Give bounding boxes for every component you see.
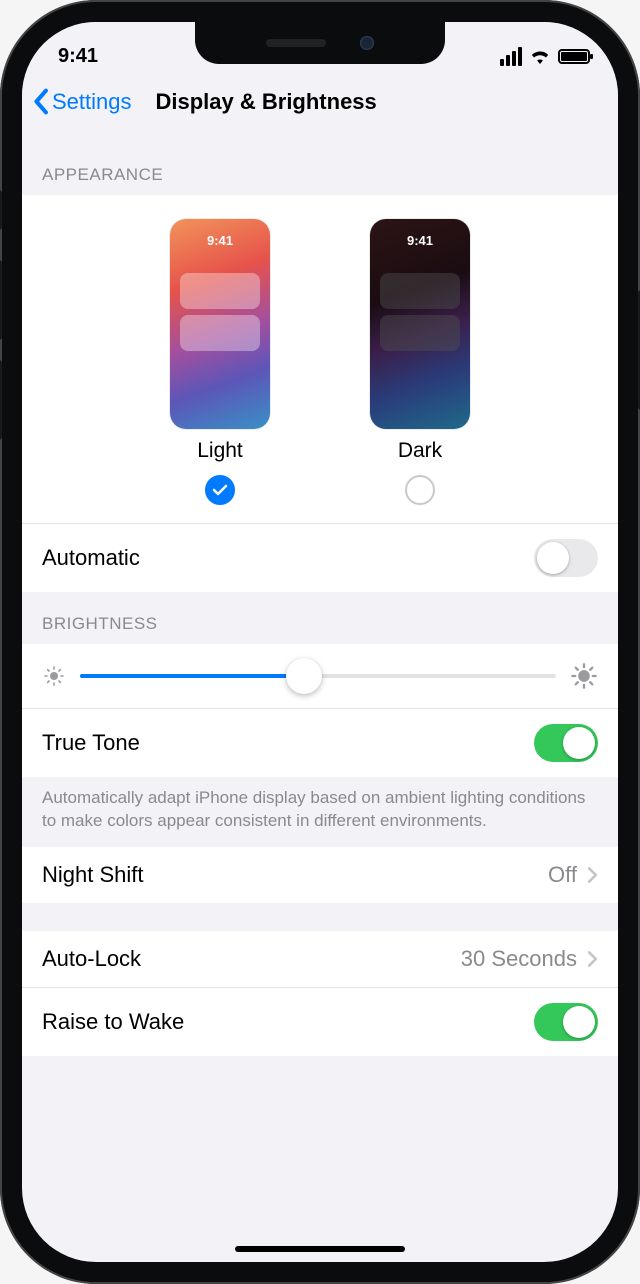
status-icons (500, 47, 590, 66)
brightness-slider[interactable] (80, 674, 556, 678)
notch (195, 22, 445, 64)
page-title: Display & Brightness (156, 89, 377, 115)
dark-preview-icon: 9:41 (370, 219, 470, 429)
raise-to-wake-switch[interactable] (534, 1003, 598, 1041)
battery-icon (558, 49, 590, 64)
device-frame: 9:41 Settings Display & Brightness APPEA… (0, 0, 640, 1284)
raise-to-wake-row: Raise to Wake (22, 987, 618, 1056)
true-tone-switch[interactable] (534, 724, 598, 762)
brightness-slider-row (22, 644, 618, 708)
appearance-group: 9:41 Light 9:41 Dark (22, 195, 618, 592)
wifi-icon (529, 48, 551, 64)
appearance-options: 9:41 Light 9:41 Dark (22, 195, 618, 523)
automatic-row: Automatic (22, 523, 618, 592)
night-shift-value: Off (548, 862, 577, 888)
sun-small-icon (42, 664, 66, 688)
brightness-group: True Tone (22, 644, 618, 777)
night-shift-row[interactable]: Night Shift Off (22, 847, 618, 903)
auto-lock-value: 30 Seconds (461, 946, 577, 972)
automatic-label: Automatic (42, 545, 140, 571)
auto-lock-group: Auto-Lock 30 Seconds Raise to Wake (22, 931, 618, 1056)
back-button[interactable]: Settings (32, 88, 132, 115)
automatic-switch[interactable] (534, 539, 598, 577)
chevron-right-icon (587, 950, 598, 968)
light-radio[interactable] (205, 475, 235, 505)
back-label: Settings (52, 89, 132, 115)
sun-large-icon (570, 662, 598, 690)
home-indicator[interactable] (235, 1246, 405, 1252)
chevron-left-icon (32, 88, 49, 115)
content: APPEARANCE 9:41 Light (22, 133, 618, 1056)
true-tone-row: True Tone (22, 708, 618, 777)
auto-lock-row[interactable]: Auto-Lock 30 Seconds (22, 931, 618, 987)
night-shift-label: Night Shift (42, 862, 144, 888)
section-header-brightness: BRIGHTNESS (22, 592, 618, 644)
appearance-option-dark[interactable]: 9:41 Dark (370, 219, 470, 505)
raise-to-wake-label: Raise to Wake (42, 1009, 184, 1035)
true-tone-label: True Tone (42, 730, 140, 756)
appearance-option-light[interactable]: 9:41 Light (170, 219, 270, 505)
volume-up-hw (0, 260, 2, 340)
true-tone-footer: Automatically adapt iPhone display based… (22, 777, 618, 847)
night-shift-group: Night Shift Off (22, 847, 618, 903)
checkmark-icon (212, 484, 228, 496)
mute-switch-hw (0, 190, 2, 230)
light-label: Light (197, 439, 243, 463)
cellular-icon (500, 47, 522, 66)
status-time: 9:41 (58, 45, 98, 68)
chevron-right-icon (587, 866, 598, 884)
dark-label: Dark (398, 439, 442, 463)
section-header-appearance: APPEARANCE (22, 133, 618, 195)
screen: 9:41 Settings Display & Brightness APPEA… (22, 22, 618, 1262)
volume-down-hw (0, 360, 2, 440)
nav-bar: Settings Display & Brightness (22, 78, 618, 133)
auto-lock-label: Auto-Lock (42, 946, 141, 972)
light-preview-icon: 9:41 (170, 219, 270, 429)
dark-radio[interactable] (405, 475, 435, 505)
